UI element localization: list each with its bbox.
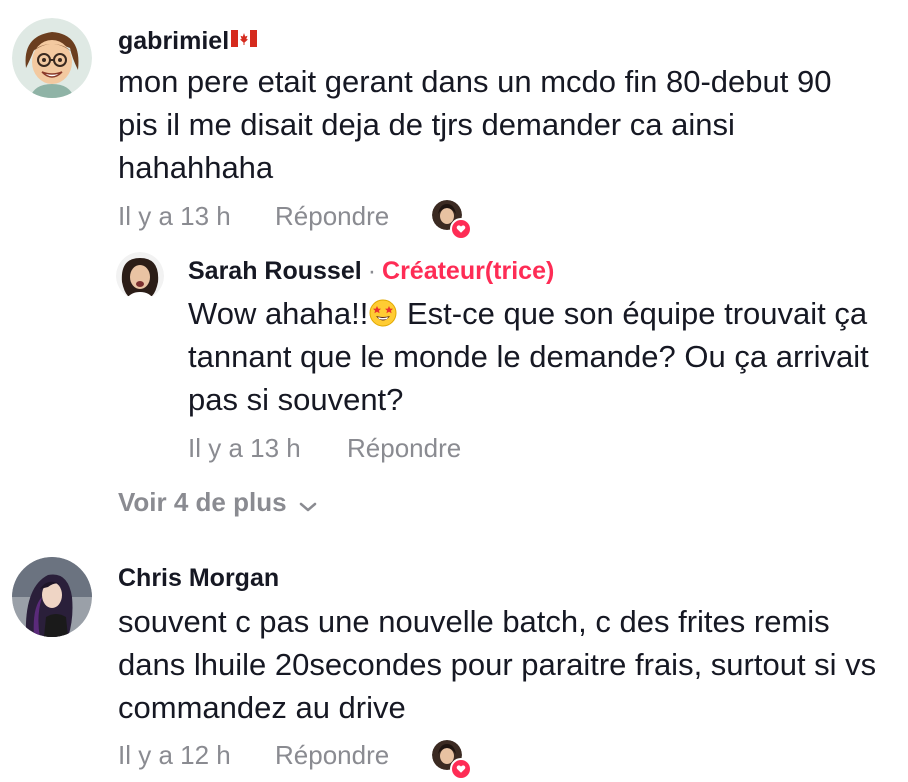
comment-timestamp: Il y a 12 h [118,740,231,770]
reply-username[interactable]: Sarah Roussel · Créateur(trice) [188,256,554,286]
profile-photo-icon [12,557,92,637]
profile-photo-icon [116,252,164,300]
creator-liked-indicator [432,200,472,240]
username-text: Sarah Roussel [188,257,362,285]
avatar[interactable] [12,557,92,637]
reply-text: Wow ahaha!! Est-ce que son équipe trouva… [188,292,888,421]
canada-flag-icon [231,24,258,54]
reply-text-part: Wow ahaha!! [188,296,369,331]
avatar[interactable] [12,18,92,98]
username-text: gabrimiel [118,27,230,55]
comment-text: souvent c pas une nouvelle batch, c des … [118,604,877,725]
comment-timestamp: Il y a 13 h [118,201,231,231]
creator-liked-indicator [432,740,472,780]
cartoon-avatar-icon [12,18,92,98]
creator-badge: Créateur(trice) [382,257,555,285]
separator: · [367,257,377,285]
creator-liked-heart-icon [450,218,472,240]
reply-button[interactable]: Répondre [275,740,389,770]
comment-username[interactable]: gabrimiel [118,24,258,56]
view-more-replies-button[interactable]: Voir 4 de plus [118,485,317,519]
avatar[interactable] [116,252,164,300]
reply-timestamp: Il y a 13 h [188,433,301,463]
creator-liked-heart-icon [450,758,472,780]
reply-button[interactable]: Répondre [347,433,461,463]
chevron-down-icon [299,489,317,519]
view-more-label: Voir 4 de plus [118,487,287,517]
reply-button[interactable]: Répondre [275,201,389,231]
comment-username[interactable]: Chris Morgan [118,563,279,593]
comment-text: mon pere etait gerant dans un mcdo fin 8… [118,64,832,185]
star-struck-emoji-icon [368,296,398,327]
